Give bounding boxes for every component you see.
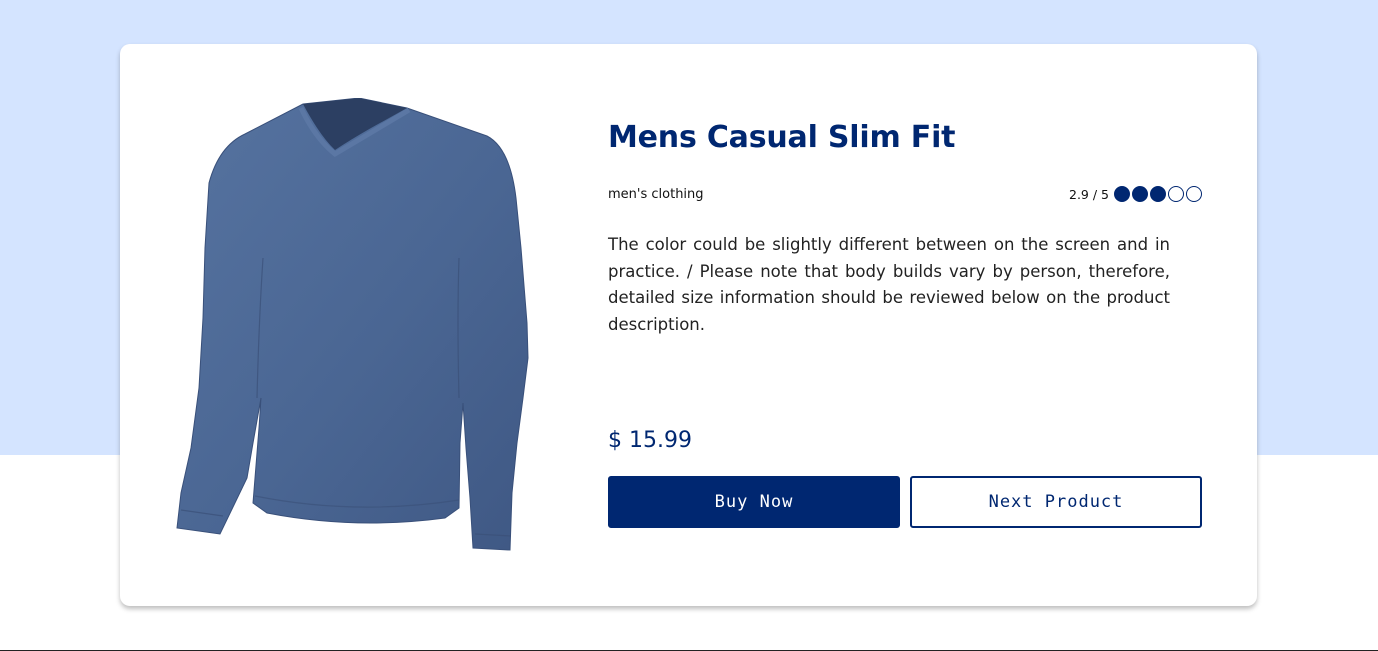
product-image bbox=[176, 98, 529, 551]
rating-text: 2.9 / 5 bbox=[1069, 186, 1109, 202]
next-product-button[interactable]: Next Product bbox=[910, 476, 1202, 528]
buy-now-button[interactable]: Buy Now bbox=[608, 476, 900, 528]
rating-dot-icon bbox=[1186, 186, 1202, 202]
product-description: The color could be slightly different be… bbox=[608, 235, 1170, 334]
product-category: men's clothing bbox=[608, 187, 704, 202]
rating-dot-icon bbox=[1114, 186, 1130, 202]
product-title: Mens Casual Slim Fit bbox=[608, 120, 956, 155]
rating-dot-icon bbox=[1132, 186, 1148, 202]
product-price: $ 15.99 bbox=[608, 428, 692, 453]
rating-dot-icon bbox=[1150, 186, 1166, 202]
product-rating: 2.9 / 5 bbox=[1069, 186, 1202, 202]
shirt-body bbox=[176, 98, 529, 551]
rating-dot-icon bbox=[1168, 186, 1184, 202]
product-card: Mens Casual Slim Fit men's clothing 2.9 … bbox=[120, 44, 1257, 606]
